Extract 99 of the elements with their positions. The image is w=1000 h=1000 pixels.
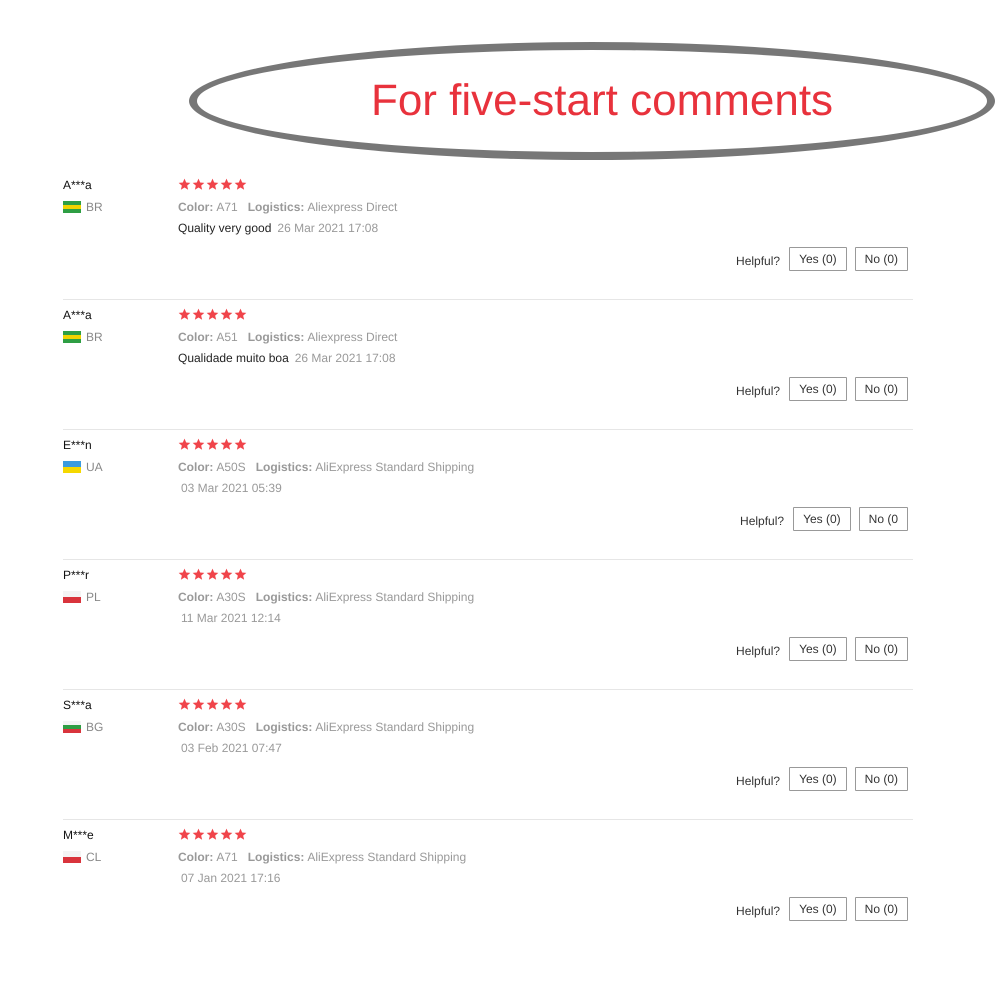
helpful-label: Helpful? [740, 514, 784, 528]
logistics-value: Aliexpress Direct [307, 200, 398, 214]
filled-star-icon [220, 568, 233, 581]
filled-star-icon [178, 178, 191, 191]
color-value: A30S [216, 720, 246, 734]
filled-star-icon [192, 568, 205, 581]
color-label: Color: [178, 200, 214, 214]
filled-star-icon [192, 438, 205, 451]
filled-star-icon [234, 828, 247, 841]
no-button[interactable]: No (0) [854, 767, 908, 791]
reviewer-name: M***e [63, 828, 95, 842]
logistics-value: AliExpress Standard Shipping [315, 460, 474, 474]
reviewer-name: A***a [63, 178, 93, 192]
reviewer-name: P***r [63, 568, 90, 582]
helpful-label: Helpful? [736, 904, 780, 918]
no-button[interactable]: No (0) [854, 377, 908, 401]
logistics-label: Logistics: [248, 200, 304, 214]
filled-star-icon [206, 438, 219, 451]
reviewer-name: S***a [63, 698, 93, 712]
review-date: 26 Mar 2021 17:08 [294, 351, 396, 365]
filled-star-icon [234, 438, 247, 451]
filled-star-icon [192, 178, 205, 191]
country-code: UA [86, 460, 103, 474]
color-label: Color: [178, 720, 214, 734]
logistics-value: Aliexpress Direct [307, 330, 398, 344]
filled-star-icon [178, 698, 191, 711]
yes-button[interactable]: Yes (0) [789, 897, 847, 921]
logistics-value: AliExpress Standard Shipping [315, 720, 474, 734]
helpful-label: Helpful? [736, 384, 780, 398]
filled-star-icon [220, 698, 233, 711]
color-value: A50S [216, 460, 246, 474]
yes-button[interactable]: Yes (0) [789, 767, 847, 791]
color-value: A71 [216, 850, 238, 864]
filled-star-icon [220, 438, 233, 451]
filled-star-icon [178, 568, 191, 581]
logistics-value: AliExpress Standard Shipping [307, 850, 466, 864]
yes-button[interactable]: Yes (0) [789, 377, 847, 401]
filled-star-icon [178, 438, 191, 451]
filled-star-icon [206, 568, 219, 581]
country-code: BG [86, 720, 104, 734]
filled-star-icon [234, 698, 247, 711]
filled-star-icon [178, 308, 191, 321]
helpful-label: Helpful? [736, 774, 780, 788]
country-code: PL [86, 590, 101, 604]
color-value: A30S [216, 590, 246, 604]
logistics-label: Logistics: [248, 330, 304, 344]
filled-star-icon [178, 828, 191, 841]
yes-button[interactable]: Yes (0) [793, 507, 851, 531]
no-button[interactable]: No (0) [854, 637, 908, 661]
filled-star-icon [220, 308, 233, 321]
logistics-label: Logistics: [256, 590, 312, 604]
review-date: 03 Mar 2021 05:39 [181, 481, 282, 495]
country-code: BR [86, 330, 103, 344]
helpful-label: Helpful? [736, 644, 780, 658]
filled-star-icon [206, 308, 219, 321]
flag-icon [63, 201, 81, 213]
country-code: BR [86, 200, 103, 214]
no-button[interactable]: No (0) [854, 897, 908, 921]
filled-star-icon [234, 178, 247, 191]
color-label: Color: [178, 850, 214, 864]
filled-star-icon [192, 828, 205, 841]
reviewer-name: E***n [63, 438, 93, 452]
logistics-label: Logistics: [248, 850, 304, 864]
yes-button[interactable]: Yes (0) [789, 247, 847, 271]
flag-icon [63, 461, 81, 473]
filled-star-icon [192, 308, 205, 321]
filled-star-icon [206, 698, 219, 711]
review-date: 26 Mar 2021 17:08 [277, 221, 378, 235]
flag-icon [63, 721, 81, 733]
logistics-value: AliExpress Standard Shipping [315, 590, 474, 604]
filled-star-icon [234, 308, 247, 321]
annotation-text: For five-start comments [370, 76, 834, 126]
filled-star-icon [192, 698, 205, 711]
flag-icon [63, 591, 81, 603]
filled-star-icon [220, 828, 233, 841]
yes-button[interactable]: Yes (0) [789, 637, 847, 661]
review-comment: Qualidade muito boa [178, 351, 289, 365]
reviewer-name: A***a [63, 308, 93, 322]
country-code: CL [86, 850, 102, 864]
no-button[interactable]: No (0 [858, 507, 908, 531]
color-label: Color: [178, 460, 214, 474]
filled-star-icon [234, 568, 247, 581]
review-comment: Quality very good [178, 221, 272, 235]
color-label: Color: [178, 590, 214, 604]
flag-icon [63, 331, 81, 343]
review-date: 03 Feb 2021 07:47 [181, 741, 282, 755]
filled-star-icon [206, 178, 219, 191]
no-button[interactable]: No (0) [854, 247, 908, 271]
color-value: A51 [216, 330, 238, 344]
helpful-label: Helpful? [736, 254, 780, 268]
review-date: 11 Mar 2021 12:14 [181, 611, 281, 625]
logistics-label: Logistics: [256, 460, 312, 474]
color-value: A71 [216, 200, 238, 214]
filled-star-icon [206, 828, 219, 841]
color-label: Color: [178, 330, 214, 344]
flag-icon [63, 851, 81, 863]
logistics-label: Logistics: [256, 720, 312, 734]
filled-star-icon [220, 178, 233, 191]
review-date: 07 Jan 2021 17:16 [181, 871, 280, 885]
